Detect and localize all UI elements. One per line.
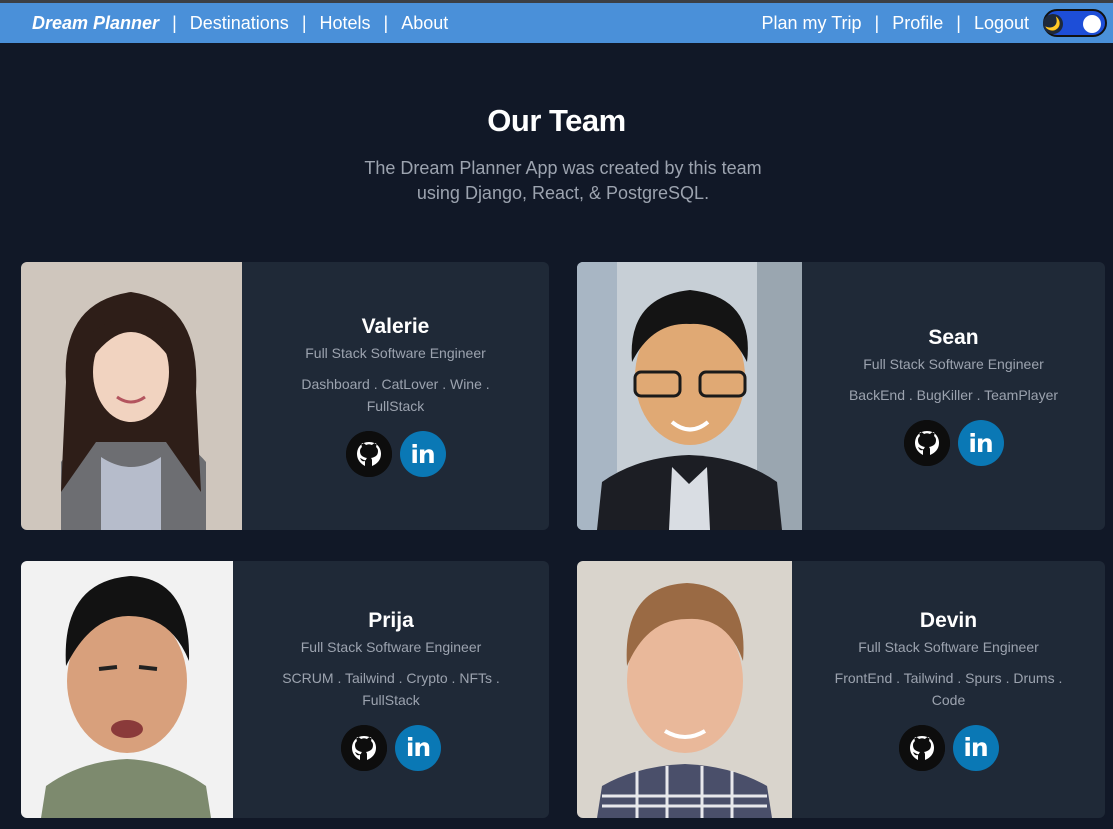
team-card-devin: Devin Full Stack Software Engineer Front… [577, 561, 1105, 818]
profile-photo [21, 561, 233, 818]
nav-link-about[interactable]: About [401, 13, 448, 34]
theme-toggle[interactable]: 🌙 [1043, 9, 1107, 37]
linkedin-icon[interactable]: in [952, 724, 999, 771]
member-role: Full Stack Software Engineer [858, 638, 1039, 655]
nav-link-logout[interactable]: Logout [974, 13, 1029, 34]
member-name: Sean [928, 326, 979, 349]
member-role: Full Stack Software Engineer [300, 638, 482, 655]
page-subtitle: The Dream Planner App was created by thi… [0, 156, 1113, 206]
linkedin-icon[interactable]: in [957, 420, 1004, 466]
page-title: Our Team [487, 103, 626, 138]
nav-link-hotels[interactable]: Hotels [320, 13, 371, 34]
member-tags: SCRUM . Tailwind . Crypto . NFTs . FullS… [282, 669, 500, 708]
moon-icon: 🌙 [1043, 14, 1063, 34]
nav-link-plan-my-trip[interactable]: Plan my Trip [762, 13, 862, 34]
toggle-knob [1083, 15, 1101, 33]
nav-link-profile[interactable]: Profile [892, 13, 943, 34]
card-info: Sean Full Stack Software Engineer BackEn… [802, 262, 1105, 530]
top-navbar: Dream Planner | Destinations | Hotels | … [0, 0, 1113, 43]
profile-photo [577, 561, 792, 818]
nav-separator: | [172, 12, 177, 33]
profile-photo [577, 262, 802, 530]
social-links: in [898, 724, 999, 771]
member-name: Prija [368, 608, 414, 632]
team-card-sean: Sean Full Stack Software Engineer BackEn… [577, 262, 1105, 530]
brand-link[interactable]: Dream Planner [32, 13, 159, 34]
profile-photo [21, 262, 242, 530]
member-tags: Dashboard . CatLover . Wine . FullStack [301, 376, 490, 414]
github-icon[interactable] [341, 724, 387, 771]
linkedin-icon[interactable]: in [395, 724, 441, 771]
member-role: Full Stack Software Engineer [305, 345, 486, 361]
social-links: in [341, 724, 441, 771]
github-icon[interactable] [345, 431, 392, 477]
nav-separator: | [874, 12, 880, 33]
card-info: Prija Full Stack Software Engineer SCRUM… [233, 561, 549, 818]
social-links: in [903, 420, 1004, 466]
github-icon[interactable] [898, 724, 945, 771]
card-info: Valerie Full Stack Software Engineer Das… [242, 262, 549, 530]
nav-separator: | [301, 12, 307, 33]
github-icon[interactable] [903, 420, 950, 466]
subtitle-line-2: using Django, React, & PostgreSQL. [416, 183, 710, 203]
member-name: Valerie [361, 315, 430, 338]
subtitle-line-1: The Dream Planner App was created by thi… [364, 158, 762, 178]
member-name: Devin [919, 608, 978, 632]
social-links: in [345, 431, 446, 477]
nav-separator: | [383, 12, 389, 33]
nav-right-group: Plan my Trip | Profile | Logout 🌙 [762, 9, 1113, 37]
nav-link-destinations[interactable]: Destinations [190, 13, 289, 34]
member-tags: FrontEnd . Tailwind . Spurs . Drums . Co… [834, 669, 1063, 708]
member-tags: BackEnd . BugKiller . TeamPlayer [848, 387, 1059, 403]
card-info: Devin Full Stack Software Engineer Front… [792, 561, 1105, 818]
linkedin-icon[interactable]: in [399, 431, 446, 477]
member-role: Full Stack Software Engineer [863, 356, 1044, 372]
team-card-prija: Prija Full Stack Software Engineer SCRUM… [21, 561, 549, 818]
nav-separator: | [956, 12, 961, 33]
team-card-valerie: Valerie Full Stack Software Engineer Das… [21, 262, 549, 530]
